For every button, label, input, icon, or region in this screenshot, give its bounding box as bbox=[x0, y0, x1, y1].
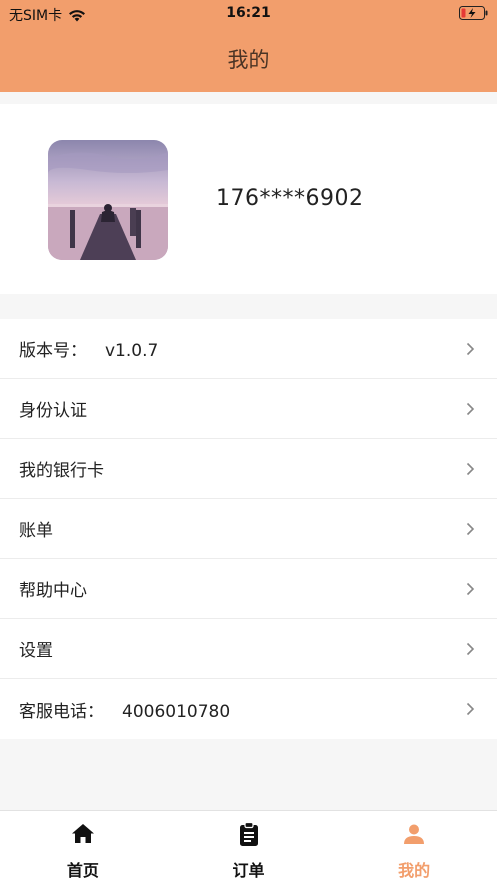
tab-home[interactable]: 首页 bbox=[0, 811, 166, 883]
clipboard-icon bbox=[239, 821, 258, 846]
status-bar: 无SIM卡 16:21 bbox=[0, 0, 497, 26]
battery-charging-icon bbox=[459, 6, 488, 20]
menu-item-customer-service[interactable]: 客服电话： 4006010780 bbox=[0, 679, 497, 739]
tab-label: 首页 bbox=[66, 861, 99, 880]
profile-card[interactable]: 176****6902 bbox=[0, 104, 497, 294]
menu-item-version[interactable]: 版本号： v1.0.7 bbox=[0, 319, 497, 379]
menu-item-label: 帮助中心 bbox=[19, 581, 87, 601]
settings-menu: 版本号： v1.0.7 身份认证 我的银行卡 账单 帮助中心 设置 客服电话： 40… bbox=[0, 319, 497, 739]
home-icon bbox=[71, 824, 94, 843]
chevron-right-icon bbox=[466, 642, 475, 656]
status-time: 16:21 bbox=[226, 5, 271, 21]
chevron-right-icon bbox=[466, 702, 475, 716]
tab-label: 我的 bbox=[398, 861, 431, 880]
chevron-right-icon bbox=[466, 462, 475, 476]
tab-mine[interactable]: 我的 bbox=[331, 811, 497, 883]
menu-item-bills[interactable]: 账单 bbox=[0, 499, 497, 559]
tab-orders[interactable]: 订单 bbox=[166, 811, 332, 883]
menu-item-label: 我的银行卡 bbox=[19, 461, 104, 481]
service-phone-value: 4006010780 bbox=[122, 701, 231, 722]
menu-item-bank-card[interactable]: 我的银行卡 bbox=[0, 439, 497, 499]
menu-item-identity[interactable]: 身份认证 bbox=[0, 379, 497, 439]
tab-bar: 首页 订单 我的 bbox=[0, 810, 497, 883]
avatar-image bbox=[48, 140, 168, 260]
menu-item-settings[interactable]: 设置 bbox=[0, 619, 497, 679]
menu-item-label: 客服电话： 4006010780 bbox=[19, 697, 230, 722]
chevron-right-icon bbox=[466, 402, 475, 416]
user-phone: 176****6902 bbox=[216, 186, 364, 211]
menu-item-label: 身份认证 bbox=[19, 401, 87, 421]
person-icon bbox=[404, 824, 425, 844]
service-phone-label: 客服电话： bbox=[19, 701, 104, 722]
menu-item-label: 设置 bbox=[19, 641, 53, 661]
chevron-right-icon bbox=[466, 342, 475, 356]
chevron-right-icon bbox=[466, 522, 475, 536]
menu-item-help-center[interactable]: 帮助中心 bbox=[0, 559, 497, 619]
header-bar: 无SIM卡 16:21 我的 bbox=[0, 0, 497, 92]
tab-label: 订单 bbox=[232, 861, 265, 880]
menu-item-label: 账单 bbox=[19, 521, 53, 541]
page-title: 我的 bbox=[227, 48, 270, 72]
version-label: 版本号： bbox=[19, 341, 87, 361]
avatar[interactable] bbox=[48, 140, 168, 260]
chevron-right-icon bbox=[466, 582, 475, 596]
menu-item-label: 版本号： v1.0.7 bbox=[19, 336, 158, 361]
version-value: v1.0.7 bbox=[105, 341, 159, 361]
